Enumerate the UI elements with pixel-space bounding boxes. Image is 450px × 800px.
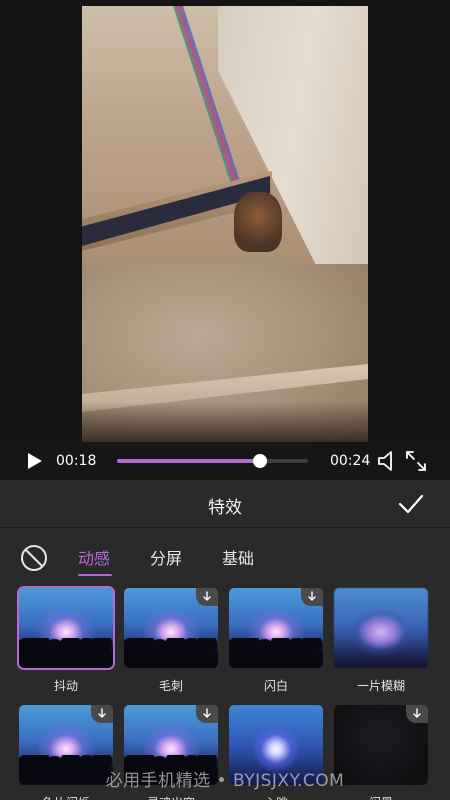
download-icon[interactable] [301,588,323,606]
progress-fill [117,459,261,463]
effect-label: 闪白 [263,679,288,693]
download-icon[interactable] [196,705,218,723]
fullscreen-icon[interactable] [405,450,427,472]
effect-thumbnail [229,588,323,668]
tab-split-screen[interactable]: 分屏 [150,545,182,569]
current-time: 00:18 [56,453,97,469]
active-tab-indicator [78,574,112,576]
tab-basic[interactable]: 基础 [222,545,254,569]
play-icon[interactable] [24,451,44,471]
volume-icon[interactable] [377,450,397,472]
panel-header: 特效 [0,480,450,528]
download-icon[interactable] [196,588,218,606]
effect-thumbnail [334,588,428,668]
effect-thumbnail [17,586,115,670]
effect-thumbnail [124,588,218,668]
download-icon[interactable] [406,705,428,723]
effect-card[interactable]: 抖动 [17,586,115,694]
watermark: 必用手机精选 • BYJSJXY.COM [105,771,345,791]
effect-label: 鱼片闪烁 [19,794,113,800]
effect-card[interactable]: 闪白 [229,588,323,694]
no-effect-icon[interactable] [20,544,48,572]
category-tabs: 动感 分屏 基础 [0,538,450,578]
panel-title: 特效 [208,498,242,518]
video-frame [82,6,368,442]
effects-panel: 特效 动感 分屏 基础 抖动 毛刺 闪白 一片模糊鱼片闪烁 灵魂出窍 心跳 闪黑 [0,480,450,800]
progress-slider[interactable] [117,454,308,468]
effect-card[interactable]: 毛刺 [124,588,218,694]
effect-label: 一片模糊 [356,679,405,693]
effect-label: 毛刺 [158,679,183,693]
tab-dynamic[interactable]: 动感 [78,545,110,569]
progress-knob[interactable] [253,454,268,468]
download-icon[interactable] [91,705,113,723]
effect-card[interactable]: 一片模糊 [334,588,428,694]
effect-label: 闪黑 [334,794,428,800]
effect-label: 灵魂出窍 [124,794,218,800]
split-screen-bottom-half [82,264,368,442]
playback-bar: 00:18 00:24 [0,444,450,478]
video-preview[interactable] [0,0,450,442]
effect-label: 抖动 [53,679,78,693]
confirm-check-icon[interactable] [398,492,424,516]
total-time: 00:24 [330,453,371,469]
split-screen-top-half [82,6,368,264]
effect-label: 心跳 [229,794,323,800]
